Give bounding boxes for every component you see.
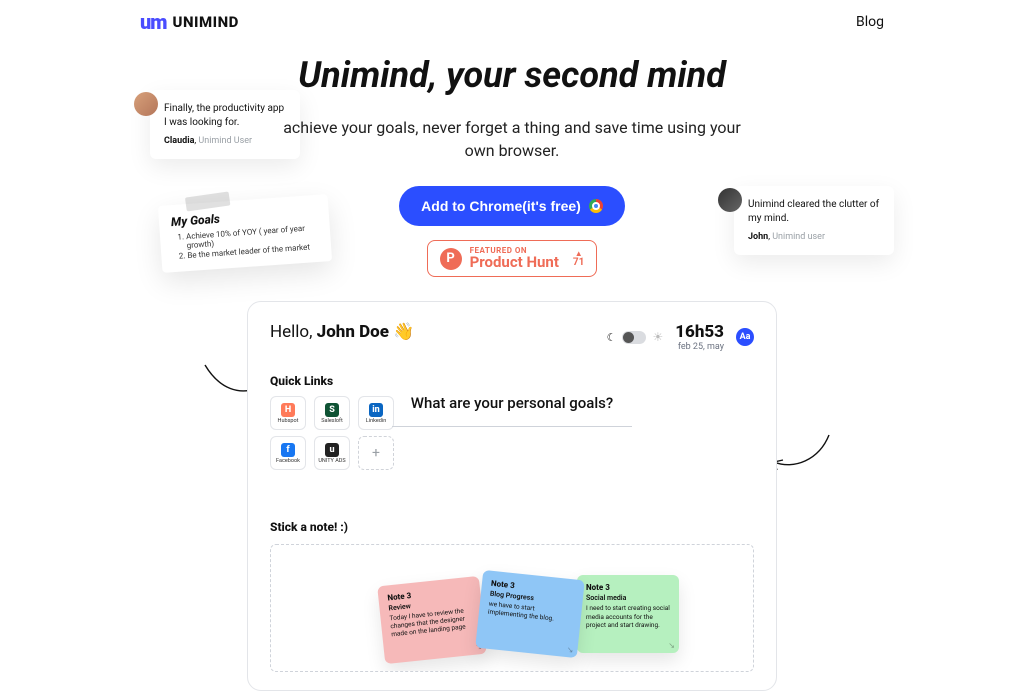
stick-note-title: Stick a note! :) xyxy=(270,520,754,534)
greeting-user-name: John Doe xyxy=(317,322,389,342)
theme-row: ☾ ☀ xyxy=(607,330,664,344)
clock-time: 16h53 xyxy=(675,322,724,342)
quick-link-salesloft[interactable]: S Salesloft xyxy=(314,396,350,430)
brand-logo-text: UNIMIND xyxy=(173,13,239,31)
sticky-note[interactable]: Note 3 Review Today I have to review the… xyxy=(377,576,487,664)
text-size-button[interactable]: Aa xyxy=(736,328,754,346)
quick-links-title: Quick Links xyxy=(270,374,754,388)
product-hunt-icon: P xyxy=(440,248,462,270)
note-title: Note 3 xyxy=(586,583,670,592)
product-hunt-badge[interactable]: P FEATURED ON Product Hunt ▲ 71 xyxy=(427,240,598,277)
product-hunt-vote-count: 71 xyxy=(573,258,584,268)
hero: Unimind, your second mind achieve your g… xyxy=(0,54,1024,277)
greeting: Hello, John Doe 👋 xyxy=(270,322,414,342)
quick-link-label: Facebook xyxy=(276,458,300,464)
theme-toggle[interactable] xyxy=(622,331,646,344)
sticky-note[interactable]: Note 3 Social media I need to start crea… xyxy=(577,575,679,653)
moon-icon: ☾ xyxy=(607,331,617,344)
facebook-icon: f xyxy=(281,443,295,457)
cta-label: Add to Chrome(it's free) xyxy=(421,198,581,214)
brand-logo[interactable]: um UNIMIND xyxy=(140,10,239,34)
quick-link-label: Hubspot xyxy=(278,418,299,424)
unityads-icon: u xyxy=(325,443,339,457)
chrome-icon xyxy=(589,199,603,213)
clock-date: feb 25, may xyxy=(675,342,724,352)
quick-link-unityads[interactable]: u UNITY ADS xyxy=(314,436,350,470)
add-to-chrome-button[interactable]: Add to Chrome(it's free) xyxy=(399,186,625,226)
product-hunt-votes: ▲ 71 xyxy=(573,250,584,268)
product-hunt-name: Product Hunt xyxy=(470,255,559,270)
note-subject: Social media xyxy=(586,594,670,602)
hubspot-icon: H xyxy=(281,403,295,417)
resize-icon: ↘ xyxy=(566,645,574,655)
quick-link-facebook[interactable]: f Facebook xyxy=(270,436,306,470)
hero-title: Unimind, your second mind xyxy=(140,54,884,96)
clock: 16h53 feb 25, may xyxy=(675,322,724,352)
sun-icon: ☀ xyxy=(652,330,663,344)
greeting-prefix: Hello, xyxy=(270,322,317,342)
quick-link-label: Salesloft xyxy=(321,418,343,424)
note-body: I need to start creating social media ac… xyxy=(586,604,670,628)
resize-icon: ↘ xyxy=(668,641,675,650)
app-preview-card: Hello, John Doe 👋 ☾ ☀ 16h53 feb 25, may … xyxy=(247,301,777,691)
sticky-note[interactable]: Note 3 Blog Progress we have to start im… xyxy=(475,570,585,658)
header: um UNIMIND Blog xyxy=(0,0,1024,34)
wave-emoji-icon: 👋 xyxy=(393,322,414,342)
plus-icon: + xyxy=(369,446,383,460)
product-hunt-text: FEATURED ON Product Hunt xyxy=(470,247,559,270)
quick-link-add[interactable]: + xyxy=(358,436,394,470)
goals-center: What are your personal goals? xyxy=(362,394,662,427)
app-top-bar: Hello, John Doe 👋 ☾ ☀ 16h53 feb 25, may … xyxy=(270,322,754,352)
cta-group: Add to Chrome(it's free) P FEATURED ON P… xyxy=(140,186,884,277)
salesloft-icon: S xyxy=(325,403,339,417)
brand-logo-icon: um xyxy=(140,10,167,34)
hero-subtitle: achieve your goals, never forget a thing… xyxy=(272,116,752,162)
quick-link-label: UNITY ADS xyxy=(318,458,345,464)
nav-blog-link[interactable]: Blog xyxy=(856,14,884,30)
goals-question: What are your personal goals? xyxy=(362,394,662,412)
toggle-knob xyxy=(623,332,634,343)
goals-input-line[interactable] xyxy=(392,426,632,427)
app-top-right: ☾ ☀ 16h53 feb 25, may Aa xyxy=(607,322,754,352)
quick-link-hubspot[interactable]: H Hubspot xyxy=(270,396,306,430)
notes-dropzone[interactable]: Note 3 Review Today I have to review the… xyxy=(270,544,754,672)
